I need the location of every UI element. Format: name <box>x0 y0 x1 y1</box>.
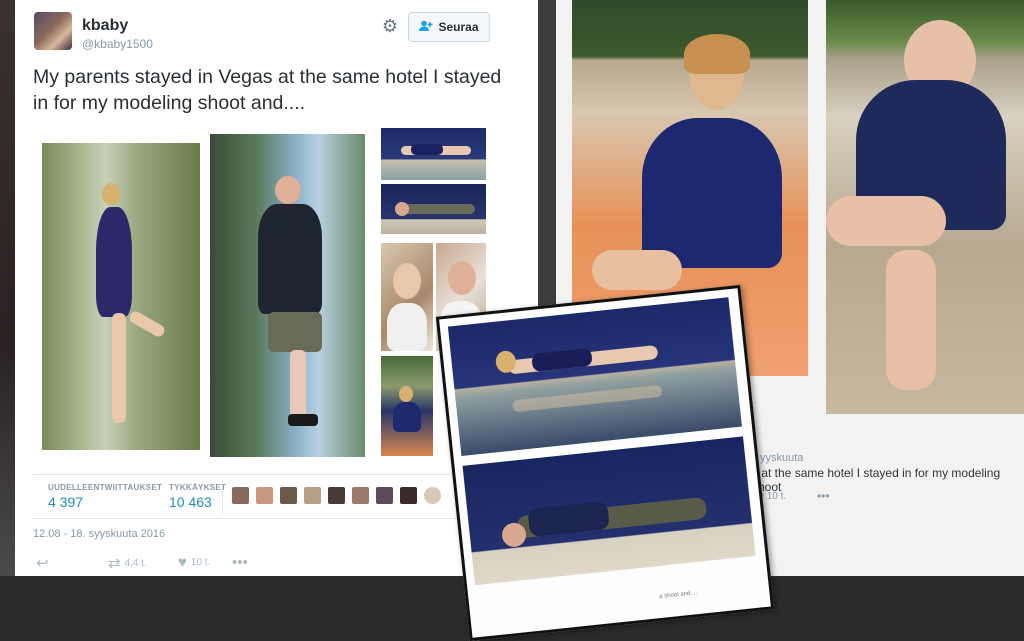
tweet-photo-man-glass-wall[interactable] <box>210 134 365 457</box>
likes-count[interactable]: 10 463 <box>169 494 212 510</box>
tweet-timestamp[interactable]: 12.08 - 18. syyskuuta 2016 <box>33 528 165 540</box>
divider <box>222 480 223 514</box>
tweet-username[interactable]: kbaby <box>82 17 128 35</box>
background-tweet-date: yyskuuta <box>760 452 804 464</box>
divider <box>33 518 491 519</box>
reply-icon: ↩ <box>36 555 49 572</box>
avatar[interactable] <box>34 12 72 50</box>
reply-button[interactable]: ↩ <box>36 554 49 572</box>
large-photo-man-sofa <box>826 0 1024 414</box>
tweet-photo-woman-glass-wall[interactable] <box>42 143 200 450</box>
liker-avatar[interactable] <box>328 487 345 504</box>
more-icon: ••• <box>817 489 830 503</box>
background-tweet-text: s at the same hotel I stayed in for my m… <box>752 466 1001 494</box>
like-action-count: 10 t. <box>190 557 211 568</box>
background-edge <box>0 0 15 576</box>
liker-avatar[interactable] <box>304 487 321 504</box>
follow-button[interactable]: Seuraa <box>408 12 490 42</box>
liker-avatar[interactable] <box>400 487 417 504</box>
retweet-icon: ⇄ <box>108 555 121 572</box>
follow-label: Seuraa <box>438 20 479 34</box>
tweet-thumb-woman-sofa[interactable] <box>381 356 433 456</box>
tweet-thumb-woman-portrait[interactable] <box>381 243 433 351</box>
more-icon: ••• <box>232 554 248 571</box>
print-caption: a shoot and.... <box>658 590 698 601</box>
more-button[interactable]: ••• <box>232 554 248 571</box>
liker-avatar[interactable] <box>376 487 393 504</box>
like-button[interactable]: ♥ 10 t. <box>178 554 210 571</box>
divider <box>33 474 491 475</box>
retweets-count[interactable]: 4 397 <box>48 494 83 510</box>
printed-photo-overlay: a shoot and.... <box>435 284 775 641</box>
tweet-handle[interactable]: @kbaby1500 <box>82 37 153 51</box>
liker-avatar[interactable] <box>256 487 273 504</box>
retweets-label: UUDELLEENTWIITTAUKSET <box>48 483 163 492</box>
retweet-button[interactable]: ⇄ 4,4 t. <box>108 554 147 572</box>
tweet-text: My parents stayed in Vegas at the same h… <box>33 66 502 114</box>
heart-icon: ♥ <box>178 554 187 571</box>
retweet-action-count: 4,4 t. <box>124 557 147 569</box>
print-photo-man-lying <box>462 436 756 586</box>
tweet-thumb-woman-lying[interactable] <box>381 128 486 180</box>
liker-avatar[interactable] <box>280 487 297 504</box>
liker-avatar[interactable] <box>352 487 369 504</box>
print-photo-woman-lying <box>447 297 742 456</box>
liker-avatar[interactable] <box>424 487 441 504</box>
gear-icon[interactable]: ⚙ <box>380 16 400 36</box>
tweet-thumb-man-lying[interactable] <box>381 184 486 234</box>
add-person-icon <box>419 20 433 35</box>
likes-label: TYKKÄYKSET <box>169 483 227 492</box>
liker-avatar[interactable] <box>232 487 249 504</box>
